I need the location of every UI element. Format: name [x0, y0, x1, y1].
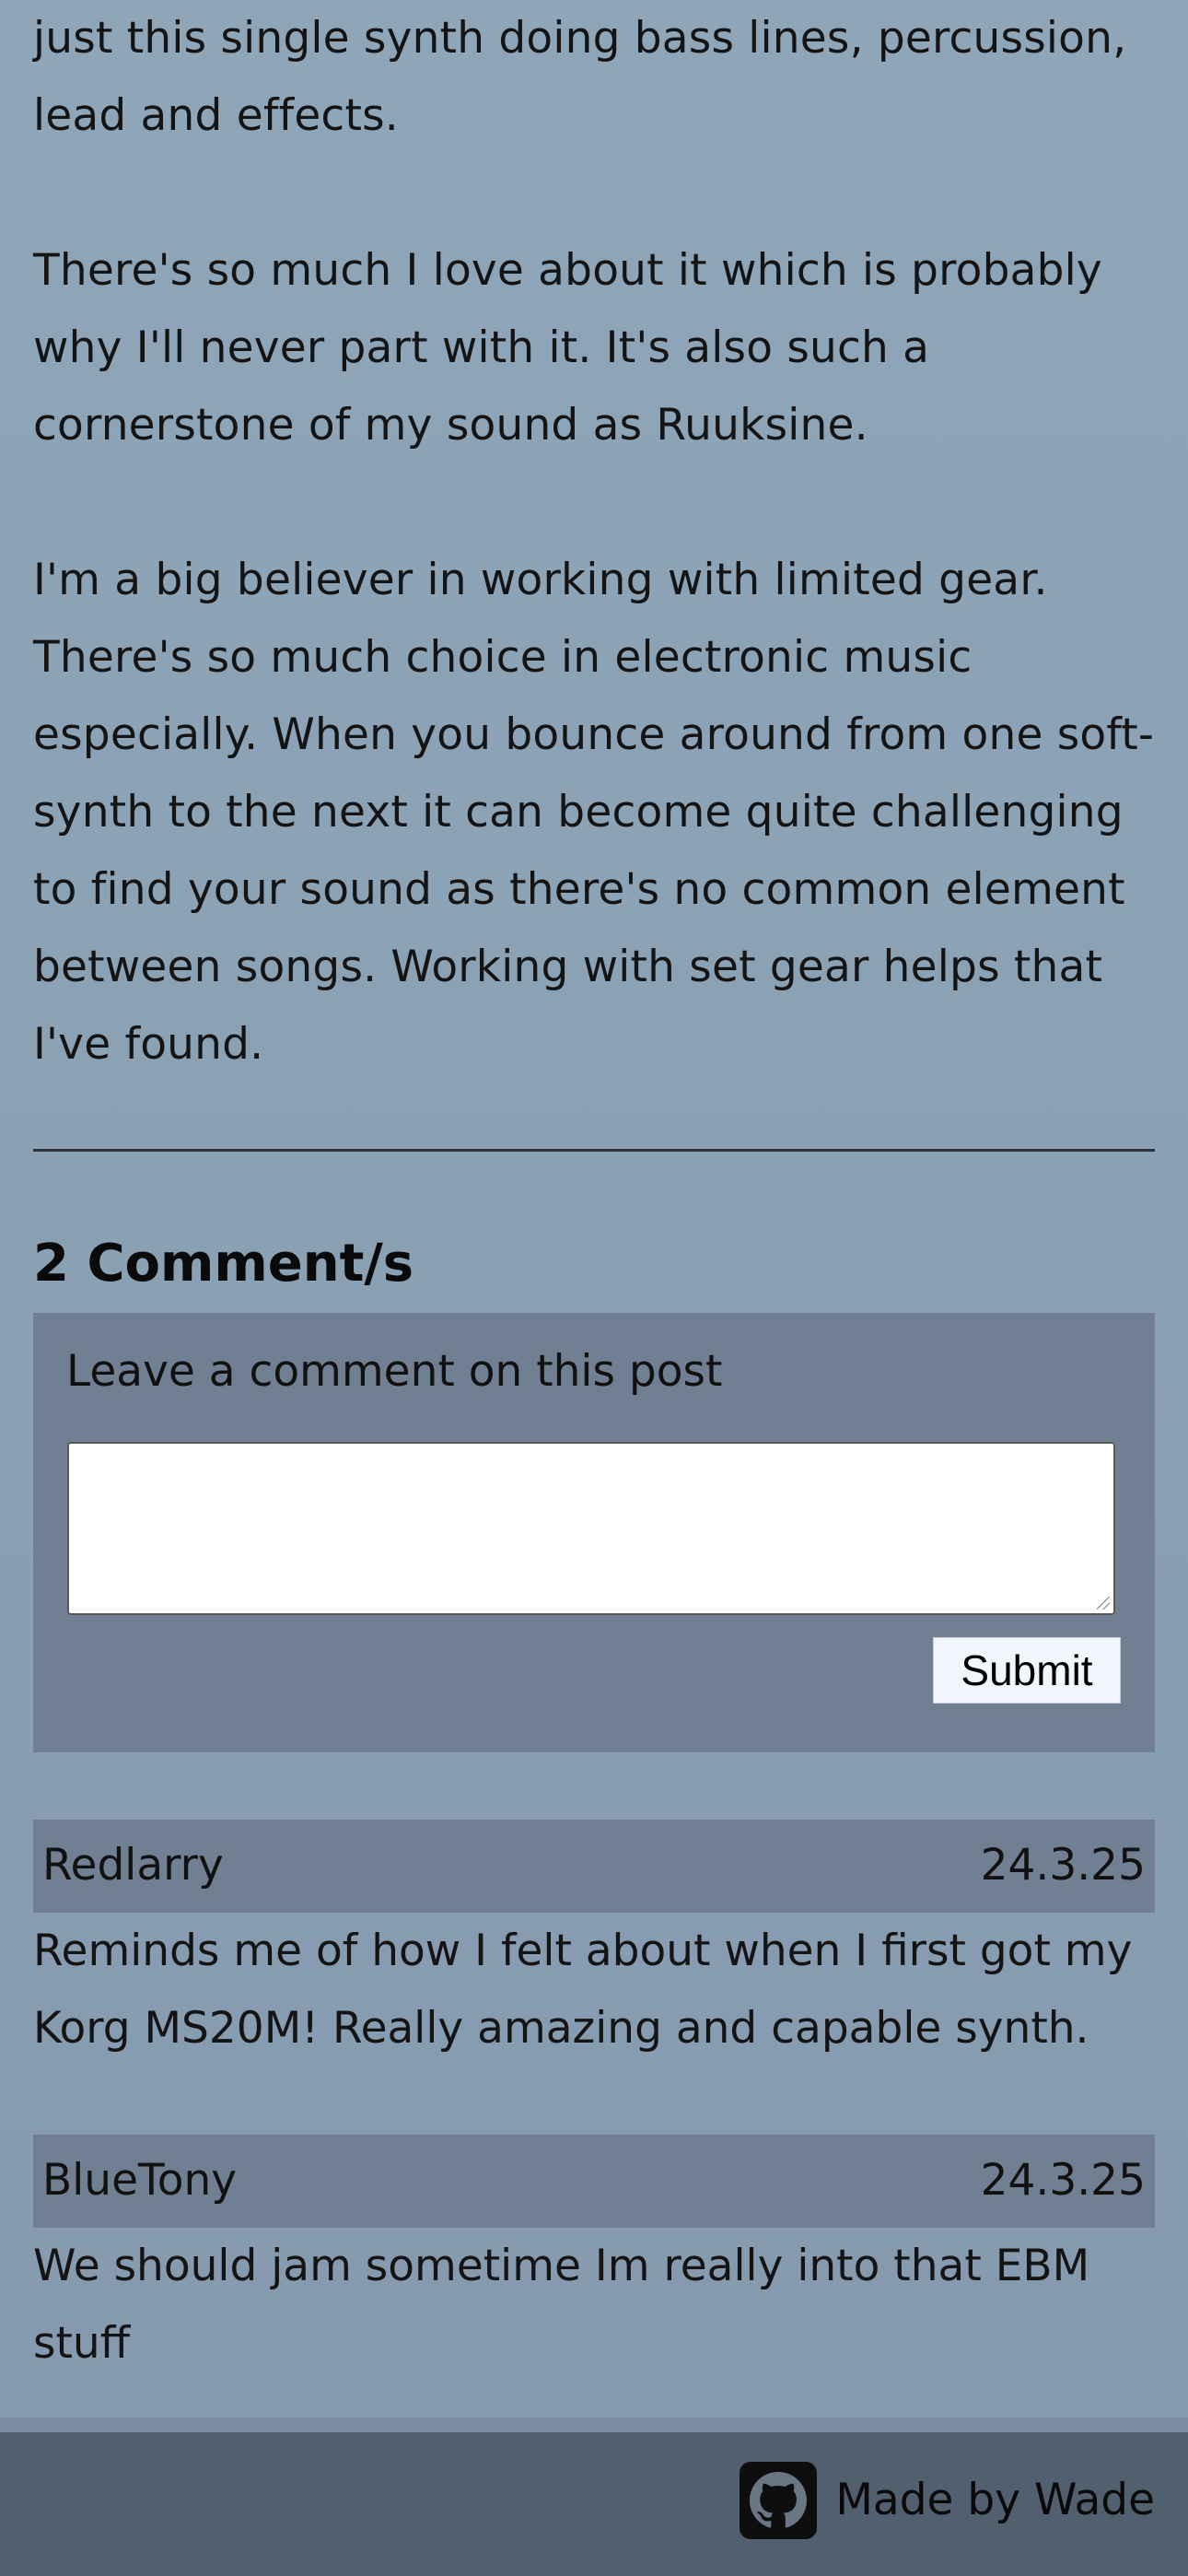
comment-body: Reminds me of how I felt about when I fi…	[33, 1926, 1133, 2054]
comment-form: Leave a comment on this post Submit	[33, 1313, 1155, 1752]
comment-header: Redlarry 24.3.25	[33, 1820, 1155, 1913]
resize-grip-icon[interactable]	[1097, 1597, 1110, 1610]
footer-border	[0, 2418, 1188, 2432]
github-icon	[740, 2462, 818, 2539]
post-paragraph: just this single synth doing bass lines,…	[33, 13, 1127, 141]
comment-item: Redlarry 24.3.25 Reminds me of how I fel…	[33, 1820, 1155, 2067]
comment-textarea[interactable]	[67, 1442, 1115, 1615]
comment-body: We should jam sometime Im really into th…	[33, 2241, 1090, 2369]
site-footer: Made by Wade	[0, 2432, 1188, 2576]
comment-header: BlueTony 24.3.25	[33, 2135, 1155, 2228]
comment-author: BlueTony	[42, 2155, 238, 2206]
submit-button[interactable]: Submit	[933, 1637, 1121, 1704]
comment-item: BlueTony 24.3.25 We should jam sometime …	[33, 2135, 1155, 2383]
comment-author: Redlarry	[42, 1840, 224, 1891]
post-paragraph: I'm a big believer in working with limit…	[33, 555, 1155, 1070]
comment-form-label: Leave a comment on this post	[66, 1346, 723, 1397]
comment-date: 24.3.25	[980, 2155, 1146, 2206]
footer-credit: Made by Wade	[835, 2475, 1155, 2525]
section-divider	[33, 1149, 1155, 1152]
post-paragraph: There's so much I love about it which is…	[33, 245, 1102, 451]
comments-heading: 2 Comment/s	[33, 1234, 414, 1294]
comment-date: 24.3.25	[980, 1840, 1146, 1891]
footer-github-link[interactable]: Made by Wade	[740, 2462, 1155, 2539]
